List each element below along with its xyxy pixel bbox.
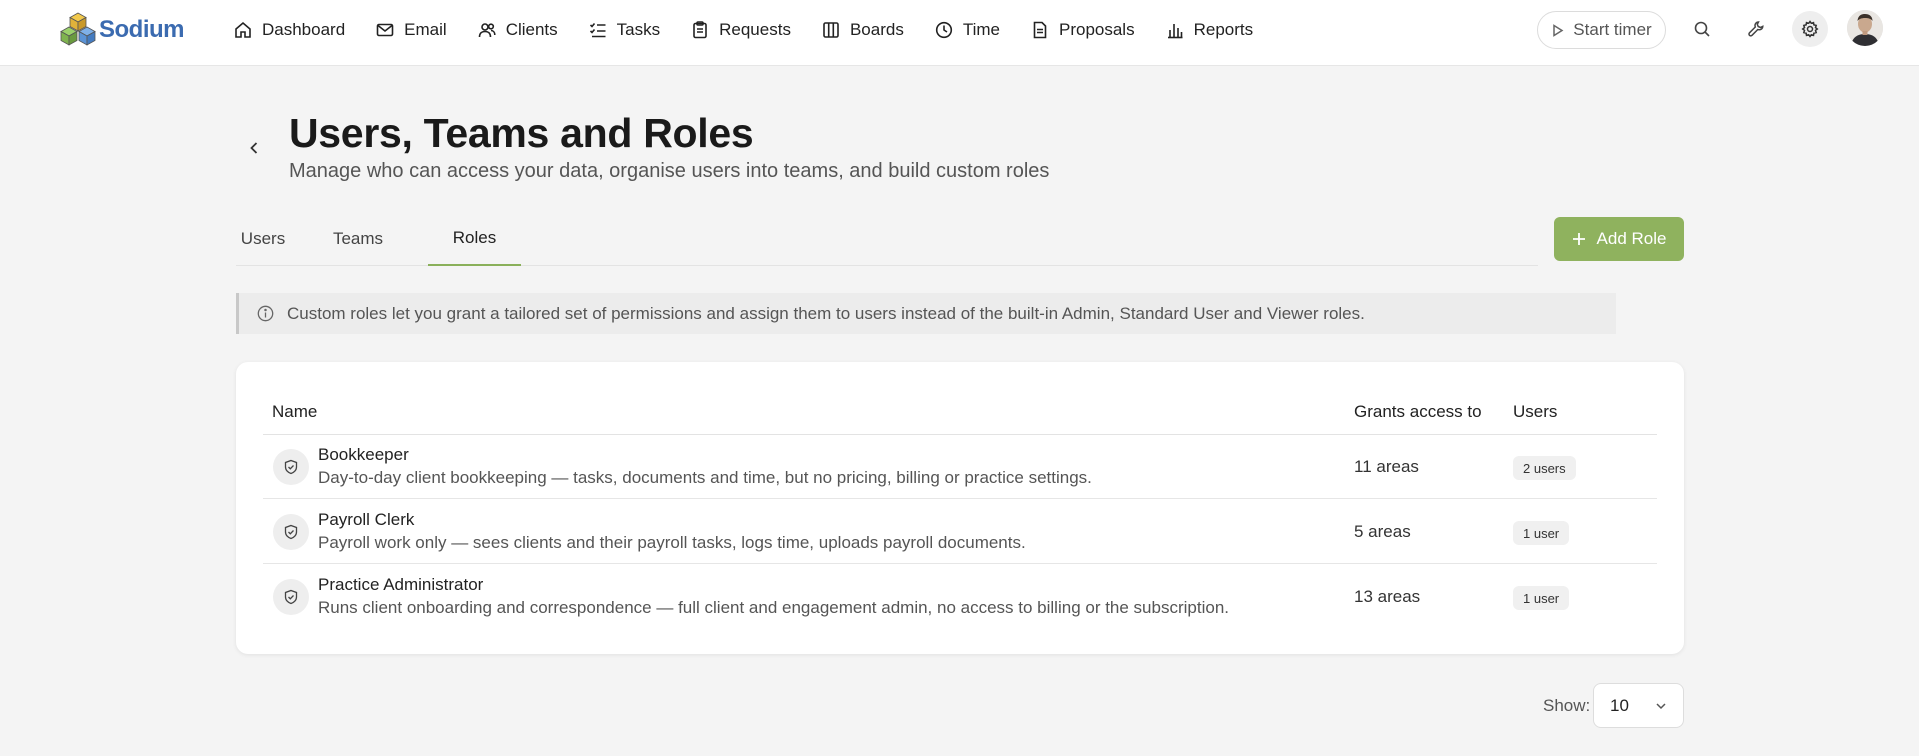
- nav-label: Requests: [719, 20, 791, 39]
- role-description: Runs client onboarding and correspondenc…: [318, 598, 1229, 617]
- tools-button[interactable]: [1738, 11, 1774, 47]
- mail-icon: [376, 23, 394, 37]
- start-timer-button[interactable]: Start timer: [1537, 11, 1666, 49]
- add-role-button[interactable]: Add Role: [1554, 217, 1684, 261]
- play-icon: [1553, 23, 1564, 37]
- document-icon: [1033, 21, 1047, 39]
- info-banner-text: Custom roles let you grant a tailored se…: [287, 303, 1365, 323]
- nav-label: Boards: [849, 20, 904, 39]
- nav-proposals[interactable]: Proposals: [1031, 20, 1135, 40]
- nav-time[interactable]: Time: [935, 20, 1000, 40]
- chevron-left-icon: [250, 142, 258, 154]
- tab-bar: Users Teams Roles: [236, 212, 1538, 266]
- avatar-portrait-icon: [1847, 10, 1883, 46]
- nav-label: Time: [962, 20, 1000, 39]
- nav-reports[interactable]: Reports: [1166, 20, 1254, 40]
- brand-name: Sodium: [99, 16, 185, 43]
- role-description: Payroll work only — sees clients and the…: [318, 533, 1026, 552]
- table-row[interactable]: Practice Administrator Runs client onboa…: [263, 565, 1657, 629]
- start-timer-label: Start timer: [1573, 20, 1652, 39]
- nav-label: Tasks: [616, 20, 661, 39]
- role-grants: 13 areas: [1354, 587, 1421, 606]
- users-count-badge: 2 users: [1513, 456, 1576, 480]
- search-icon: [1694, 21, 1710, 37]
- back-button[interactable]: [244, 136, 264, 160]
- nav-dashboard[interactable]: Dashboard: [234, 20, 345, 40]
- gear-icon: [1801, 20, 1819, 38]
- tab-users[interactable]: Users: [236, 212, 290, 266]
- nav-clients[interactable]: Clients: [478, 20, 558, 40]
- users-count-badge: 1 user: [1513, 521, 1570, 545]
- nav-tasks[interactable]: Tasks: [589, 20, 660, 40]
- nav-label: Dashboard: [262, 20, 346, 39]
- info-banner: Custom roles let you grant a tailored se…: [236, 293, 1616, 334]
- role-name: Payroll Clerk: [318, 510, 415, 529]
- page-subtitle: Manage who can access your data, organis…: [289, 160, 1050, 182]
- users-icon: [478, 23, 496, 38]
- nav-requests[interactable]: Requests: [691, 20, 791, 40]
- brand-logo[interactable]: Sodium: [59, 11, 185, 49]
- bar-chart-icon: [1167, 24, 1183, 39]
- tab-teams[interactable]: Teams: [328, 212, 388, 266]
- tab-roles[interactable]: Roles: [428, 212, 521, 266]
- nav-boards[interactable]: Boards: [822, 20, 904, 40]
- page-size-value: 10: [1610, 695, 1629, 715]
- page-size-select[interactable]: 10: [1593, 683, 1684, 728]
- role-description: Day-to-day client bookkeeping — tasks, d…: [318, 468, 1092, 487]
- table-row[interactable]: Payroll Clerk Payroll work only — sees c…: [263, 500, 1657, 564]
- shield-check-icon: [284, 459, 298, 475]
- role-grants: 11 areas: [1354, 457, 1419, 476]
- main-menu: Dashboard Email Clients Tasks Requests B…: [234, 0, 1284, 60]
- top-navigation: Sodium Dashboard Email Clients Tasks Req…: [0, 0, 1919, 66]
- settings-button[interactable]: [1792, 11, 1828, 47]
- nav-label: Clients: [505, 20, 558, 39]
- role-icon-container: [273, 514, 309, 550]
- checklist-icon: [589, 22, 606, 38]
- nav-label: Proposals: [1058, 20, 1135, 39]
- chevron-down-icon: [1656, 703, 1666, 710]
- table-row[interactable]: Bookkeeper Day-to-day client bookkeeping…: [263, 435, 1657, 499]
- role-icon-container: [273, 449, 309, 485]
- role-name: Practice Administrator: [318, 575, 484, 594]
- wrench-icon: [1748, 21, 1764, 37]
- column-header-name[interactable]: Name: [272, 402, 317, 422]
- nav-label: Reports: [1193, 20, 1254, 39]
- cubes-logo-icon: [60, 12, 96, 46]
- home-icon: [235, 21, 251, 38]
- search-button[interactable]: [1684, 11, 1720, 47]
- role-icon-container: [273, 579, 309, 615]
- nav-email[interactable]: Email: [376, 20, 447, 40]
- clipboard-icon: [693, 21, 707, 39]
- columns-icon: [823, 22, 839, 38]
- role-grants: 5 areas: [1354, 522, 1411, 541]
- column-header-grants[interactable]: Grants access to: [1354, 402, 1482, 422]
- clock-icon: [935, 21, 952, 39]
- user-avatar[interactable]: [1847, 10, 1883, 46]
- plus-icon: [1572, 233, 1585, 245]
- page-size-label: Show:: [1543, 696, 1591, 715]
- shield-check-icon: [284, 524, 298, 540]
- role-name: Bookkeeper: [318, 445, 409, 464]
- nav-label: Email: [404, 20, 447, 39]
- roles-table-card: Name Grants access to Users Bookkeeper D…: [236, 362, 1684, 654]
- page-title: Users, Teams and Roles: [289, 110, 754, 156]
- column-header-users[interactable]: Users: [1513, 402, 1557, 422]
- add-role-label: Add Role: [1596, 229, 1667, 248]
- info-icon: [257, 305, 274, 322]
- shield-check-icon: [284, 589, 298, 605]
- users-count-badge: 1 user: [1513, 586, 1570, 610]
